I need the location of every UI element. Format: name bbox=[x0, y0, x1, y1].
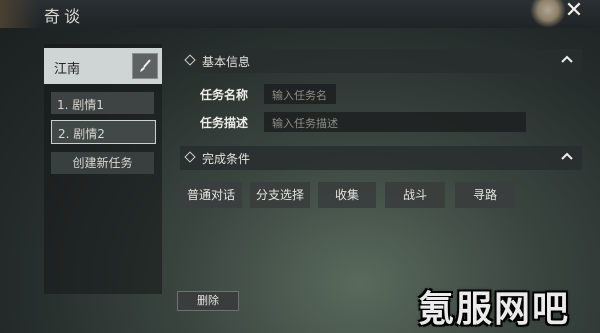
delete-button[interactable]: 删除 bbox=[177, 291, 239, 311]
battle-button[interactable]: 战斗 bbox=[385, 182, 445, 208]
watermark: 氪服网吧 bbox=[418, 289, 571, 330]
task-name-placeholder: 输入任务名 bbox=[272, 89, 327, 102]
branch-choice-button[interactable]: 分支选择 bbox=[250, 182, 310, 208]
collect-button[interactable]: 收集 bbox=[318, 182, 376, 208]
window-title: 奇谈 bbox=[44, 7, 85, 26]
diamond-icon bbox=[184, 54, 196, 66]
task-desc-placeholder: 输入任务描述 bbox=[272, 117, 338, 130]
title-bar: 奇谈 ✕ bbox=[0, 0, 600, 28]
task-desc-label: 任务描述 bbox=[200, 116, 249, 130]
chevron-up-icon[interactable] bbox=[560, 52, 574, 66]
diamond-icon bbox=[184, 151, 196, 163]
conditions-title: 完成条件 bbox=[202, 152, 251, 166]
edit-button[interactable] bbox=[132, 53, 158, 79]
task-item-label: 2. 剧情2 bbox=[58, 127, 105, 141]
basic-info-header[interactable]: 基本信息 bbox=[180, 49, 582, 73]
task-name-input[interactable]: 输入任务名 bbox=[264, 84, 336, 104]
dialogue-button[interactable]: 普通对话 bbox=[180, 182, 242, 208]
basic-info-title: 基本信息 bbox=[202, 55, 251, 69]
task-desc-input[interactable]: 输入任务描述 bbox=[264, 112, 526, 132]
task-sidebar: 江南 1. 剧情1 2. 剧情2 创建新任务 bbox=[44, 44, 162, 294]
task-item-2[interactable]: 2. 剧情2 bbox=[51, 120, 156, 144]
close-button[interactable]: ✕ bbox=[562, 0, 586, 24]
chevron-up-icon[interactable] bbox=[560, 149, 574, 163]
region-name: 江南 bbox=[54, 62, 81, 77]
create-task-button[interactable]: 创建新任务 bbox=[51, 152, 154, 174]
title-decoration bbox=[0, 0, 40, 28]
close-icon: ✕ bbox=[564, 0, 584, 23]
task-item-1[interactable]: 1. 剧情1 bbox=[51, 92, 154, 114]
flower-decoration bbox=[530, 0, 566, 28]
brush-icon bbox=[140, 59, 151, 72]
task-name-label: 任务名称 bbox=[200, 88, 249, 102]
region-header[interactable]: 江南 bbox=[44, 48, 162, 84]
pathfinding-button[interactable]: 寻路 bbox=[455, 182, 515, 208]
conditions-header[interactable]: 完成条件 bbox=[180, 146, 582, 170]
task-item-label: 1. 剧情1 bbox=[57, 98, 104, 112]
